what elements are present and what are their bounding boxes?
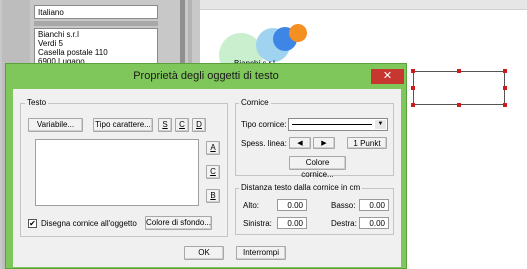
dialog-title: Proprietà degli oggetti di testo bbox=[133, 70, 279, 82]
cornice-group-label: Cornice bbox=[239, 98, 271, 107]
resize-handle[interactable] bbox=[411, 103, 415, 107]
style-s-button[interactable]: S bbox=[158, 118, 172, 132]
variable-button[interactable]: Variabile... bbox=[28, 118, 83, 132]
increase-line-button[interactable]: ▶ bbox=[313, 137, 335, 149]
background-color-button[interactable]: Colore di sfondo... bbox=[145, 216, 212, 230]
draw-frame-checkbox[interactable]: ✔ bbox=[28, 219, 37, 228]
resize-handle[interactable] bbox=[457, 69, 461, 73]
separator bbox=[34, 21, 158, 26]
arrow-left-icon: ◀ bbox=[297, 140, 303, 147]
arrow-right-icon: ▶ bbox=[321, 140, 327, 147]
close-icon: ✕ bbox=[382, 70, 393, 82]
address-line: Casella postale 110 bbox=[38, 48, 108, 57]
line-width-label: Spess. linea: bbox=[241, 139, 287, 148]
cancel-button[interactable]: Interrompi bbox=[236, 246, 286, 260]
frame-type-select[interactable]: ▼ bbox=[288, 118, 388, 131]
left-distance-label: Sinistra: bbox=[243, 219, 272, 228]
align-b-button[interactable]: B bbox=[206, 189, 220, 203]
font-button[interactable]: Tipo carattere... bbox=[93, 118, 153, 132]
bottom-distance-label: Basso: bbox=[331, 201, 356, 210]
resize-handle[interactable] bbox=[411, 69, 415, 73]
testo-group-label: Testo bbox=[25, 98, 49, 107]
left-distance-field[interactable]: 0.00 bbox=[277, 217, 307, 229]
dialog-body: Testo Variabile... Tipo carattere... S C… bbox=[13, 89, 401, 267]
resize-handle[interactable] bbox=[457, 103, 461, 107]
address-box[interactable]: Bianchi s.r.l Verdi 5 Casella postale 11… bbox=[34, 28, 158, 66]
resize-handle[interactable] bbox=[503, 69, 507, 73]
frame-type-label: Tipo cornice: bbox=[241, 120, 287, 129]
resize-handle[interactable] bbox=[503, 86, 507, 90]
language-field[interactable]: Italiano bbox=[34, 5, 158, 19]
draw-frame-label: Disegna cornice all'oggetto bbox=[41, 219, 137, 228]
style-c-button[interactable]: C bbox=[175, 118, 189, 132]
close-button[interactable]: ✕ bbox=[371, 69, 404, 84]
style-d-button[interactable]: D bbox=[192, 118, 206, 132]
bottom-distance-field[interactable]: 0.00 bbox=[359, 199, 389, 211]
language-value: Italiano bbox=[38, 8, 64, 17]
align-c-button[interactable]: C bbox=[206, 165, 220, 179]
align-a-button[interactable]: A bbox=[206, 141, 220, 155]
address-line: Bianchi s.r.l bbox=[38, 30, 79, 39]
dialog-titlebar[interactable]: Proprietà degli oggetti di testo ✕ bbox=[6, 64, 406, 89]
text-editor[interactable] bbox=[35, 139, 199, 206]
decrease-line-button[interactable]: ◀ bbox=[289, 137, 311, 149]
selected-text-frame[interactable] bbox=[413, 71, 505, 105]
address-line: Verdi 5 bbox=[38, 39, 63, 48]
resize-handle[interactable] bbox=[411, 86, 415, 90]
resize-handle[interactable] bbox=[503, 103, 507, 107]
distance-group-label: Distanza testo dalla cornice in cm bbox=[239, 183, 363, 192]
logo-circle bbox=[289, 24, 307, 42]
line-width-value: 1 Punkt bbox=[347, 137, 387, 149]
right-distance-field[interactable]: 0.00 bbox=[359, 217, 389, 229]
ok-button[interactable]: OK bbox=[184, 246, 224, 260]
chevron-down-icon[interactable]: ▼ bbox=[375, 120, 386, 129]
frame-type-preview bbox=[292, 124, 372, 125]
frame-color-button[interactable]: Colore cornice... bbox=[289, 156, 346, 179]
right-distance-label: Destra: bbox=[331, 219, 357, 228]
text-properties-dialog: Proprietà degli oggetti di testo ✕ Testo… bbox=[5, 63, 407, 269]
checkmark-icon: ✔ bbox=[29, 219, 36, 228]
ruler bbox=[200, 0, 527, 10]
top-distance-label: Alto: bbox=[243, 201, 260, 210]
top-distance-field[interactable]: 0.00 bbox=[277, 199, 307, 211]
